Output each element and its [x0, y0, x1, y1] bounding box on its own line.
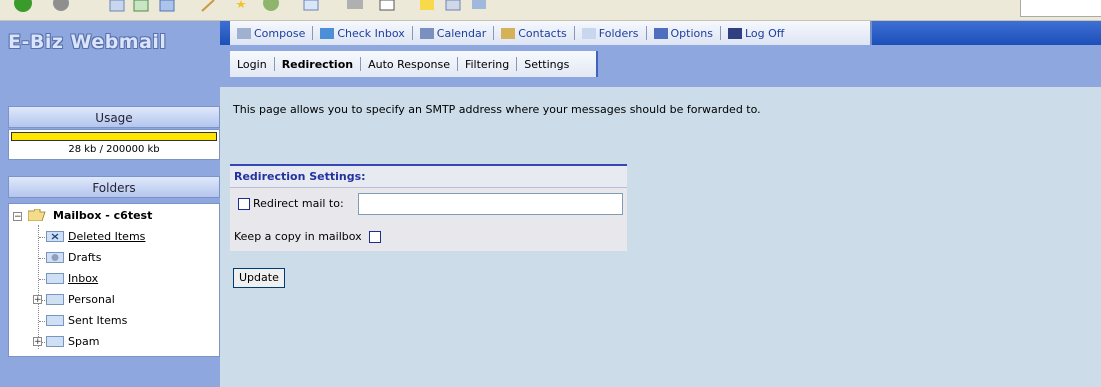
refresh-icon[interactable] — [132, 0, 150, 15]
folder-label: Spam — [68, 335, 100, 348]
discuss-icon[interactable] — [418, 0, 436, 15]
edit-icon[interactable] — [378, 0, 396, 15]
compose-icon — [237, 27, 251, 39]
subtab-login[interactable]: Login — [230, 58, 274, 71]
usage-title: Usage — [8, 106, 220, 128]
nav-log-off[interactable]: Log Off — [721, 27, 791, 40]
nav-label: Compose — [254, 26, 306, 40]
folder-label: Deleted Items — [68, 230, 146, 243]
keep-copy-label: Keep a copy in mailbox — [234, 230, 362, 243]
section-title: Redirection Settings: — [230, 166, 627, 188]
messenger-icon[interactable] — [444, 0, 462, 15]
folder-label: Personal — [68, 293, 115, 306]
mail-icon[interactable] — [302, 0, 320, 15]
print-icon[interactable] — [346, 0, 364, 15]
logoff-icon — [727, 27, 742, 39]
folder-root-label: Mailbox - c6test — [53, 209, 153, 222]
main-nav-bar: Compose Check Inbox Calendar Contacts Folder… — [230, 21, 872, 45]
history-icon[interactable] — [262, 0, 280, 15]
folder-root[interactable]: − Mailbox - c6test — [13, 207, 152, 225]
nav-label: Calendar — [436, 26, 487, 40]
update-button[interactable]: Update — [233, 268, 285, 288]
folders-title: Folders — [8, 176, 220, 198]
nav-label: Options — [670, 26, 713, 40]
home-icon[interactable] — [158, 0, 176, 15]
redirect-label: Redirect mail to: — [253, 197, 344, 210]
folder-label: Sent Items — [68, 314, 128, 327]
redirect-address-input[interactable] — [358, 193, 623, 215]
forward-icon[interactable] — [52, 0, 70, 15]
collapse-icon[interactable]: − — [13, 212, 22, 222]
folder-tree: − Mailbox - c6test Deleted Items Drafts In… — [8, 203, 220, 357]
contacts-icon — [501, 27, 516, 39]
options-icon — [653, 27, 668, 39]
usage-bar — [11, 132, 217, 141]
redirection-settings-panel: Redirection Settings: Redirect mail to: … — [230, 164, 627, 251]
browser-toolbar — [0, 0, 1101, 21]
intro-text: This page allows you to specify an SMTP … — [233, 103, 761, 116]
nav-label: Folders — [598, 26, 639, 40]
trash-icon — [46, 231, 64, 242]
options-subnav: Login Redirection Auto Response Filtering Se… — [230, 51, 598, 77]
back-icon[interactable] — [14, 0, 32, 15]
folder-item[interactable]: Inbox — [33, 270, 98, 288]
folder-item[interactable]: + Personal — [33, 291, 115, 309]
subtab-settings[interactable]: Settings — [517, 58, 576, 71]
folder-icon — [581, 27, 596, 39]
draft-icon — [46, 252, 64, 263]
main-nav: Compose Check Inbox Calendar Contacts Folder… — [220, 21, 1101, 45]
favorites-icon[interactable] — [232, 0, 250, 15]
folder-item[interactable]: Deleted Items — [33, 228, 145, 246]
app-logo: E-Biz Webmail — [8, 31, 167, 53]
usage-text: 28 kb / 200000 kb — [68, 144, 160, 155]
folder-icon — [46, 315, 64, 326]
open-folder-icon — [27, 209, 46, 221]
nav-check-inbox[interactable]: Check Inbox — [313, 27, 411, 40]
research-icon[interactable] — [470, 0, 488, 15]
folder-icon — [46, 273, 64, 284]
subtab-filtering[interactable]: Filtering — [458, 58, 516, 71]
left-panel: E-Biz Webmail Usage 28 kb / 200000 kb Fo… — [0, 21, 220, 387]
usage-box: 28 kb / 200000 kb — [8, 129, 220, 160]
folder-label: Drafts — [68, 251, 102, 264]
check-inbox-icon — [320, 27, 335, 39]
subtab-auto-response[interactable]: Auto Response — [361, 58, 457, 71]
folder-item[interactable]: Sent Items — [33, 312, 127, 330]
keep-copy-checkbox[interactable] — [368, 230, 381, 243]
calendar-icon — [419, 27, 434, 39]
main-content: This page allows you to specify an SMTP … — [220, 87, 1101, 387]
subtab-redirection[interactable]: Redirection — [275, 58, 360, 71]
nav-label: Contacts — [518, 26, 567, 40]
nav-contacts[interactable]: Contacts — [494, 27, 574, 40]
folder-icon — [46, 336, 64, 347]
nav-label: Check Inbox — [337, 26, 405, 40]
stop-icon[interactable] — [108, 0, 126, 15]
nav-options[interactable]: Options — [647, 27, 720, 40]
folder-item[interactable]: + Spam — [33, 333, 99, 351]
expand-icon[interactable]: + — [33, 337, 42, 347]
folder-icon — [46, 294, 64, 305]
redirect-checkbox[interactable] — [238, 197, 250, 210]
expand-icon[interactable]: + — [33, 295, 42, 305]
nav-folders[interactable]: Folders — [575, 27, 646, 40]
nav-calendar[interactable]: Calendar — [413, 27, 493, 40]
folder-item[interactable]: Drafts — [33, 249, 101, 267]
address-box[interactable] — [1020, 0, 1101, 17]
nav-label: Log Off — [744, 26, 785, 40]
folder-label: Inbox — [68, 272, 99, 285]
options-nav-area: Login Redirection Auto Response Filtering Se… — [220, 45, 1101, 87]
search-icon[interactable] — [200, 0, 218, 15]
nav-compose[interactable]: Compose — [230, 27, 312, 40]
